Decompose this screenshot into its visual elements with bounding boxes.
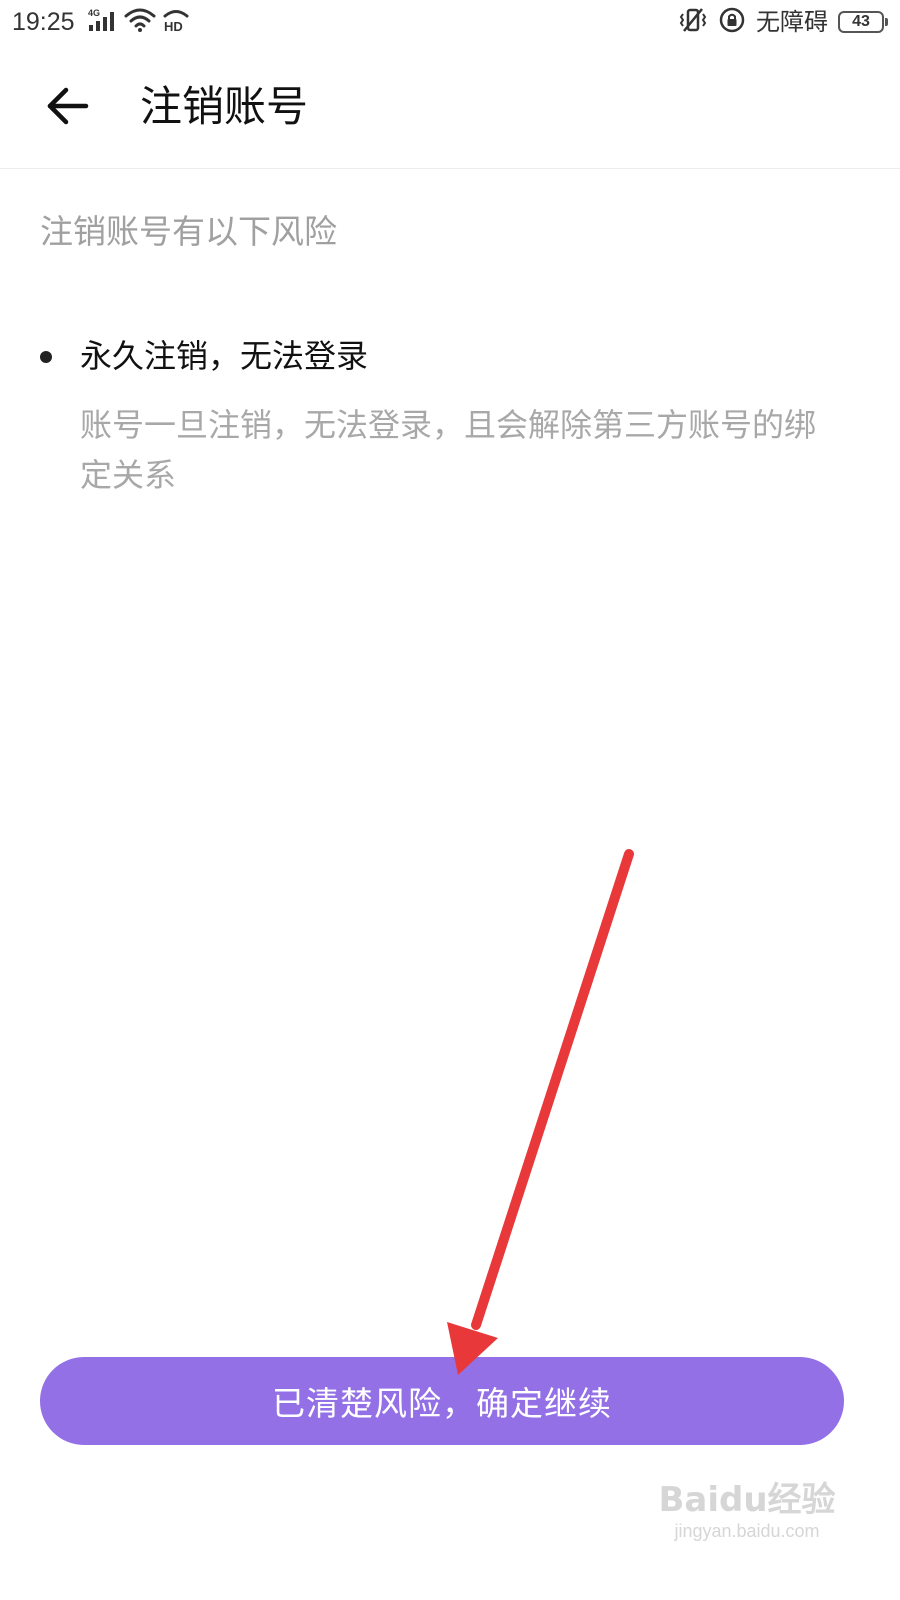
accessibility-label: 无障碍 [756,8,828,36]
battery-icon: 43 [838,11,888,33]
watermark: Baidu经验 jingyan.baidu.com [652,1480,842,1542]
network-type-label: 4G [88,8,100,18]
battery-level: 43 [852,13,870,30]
vibrate-icon [678,6,708,38]
status-bar: 19:25 4G HD 无障碍 43 [0,0,900,46]
signal-icon: 4G [88,7,118,37]
annotation-arrow-shaft [471,849,634,1330]
status-right-icons: 无障碍 43 [678,6,888,38]
status-time: 19:25 [12,8,75,36]
status-left-icons: 4G HD [88,8,190,36]
watermark-url: jingyan.baidu.com [674,1521,820,1541]
risk-description: 账号一旦注销，无法登录，且会解除第三方账号的绑定关系 [80,406,817,494]
risk-intro: 注销账号有以下风险 [40,212,337,251]
back-button[interactable] [40,82,96,130]
back-arrow-icon [47,87,89,125]
page-title: 注销账号 [140,82,309,131]
wifi-icon [124,7,156,37]
hd-call-icon: HD [162,7,190,37]
header: 注销账号 [0,46,900,169]
rotation-lock-icon [718,6,746,38]
watermark-brand: Baidu经验 [658,1480,836,1520]
confirm-continue-button[interactable]: 已清楚风险，确定继续 [40,1357,844,1445]
hd-label: HD [164,19,183,33]
risk-title: 永久注销，无法登录 [80,337,369,375]
bullet-icon [40,351,52,363]
